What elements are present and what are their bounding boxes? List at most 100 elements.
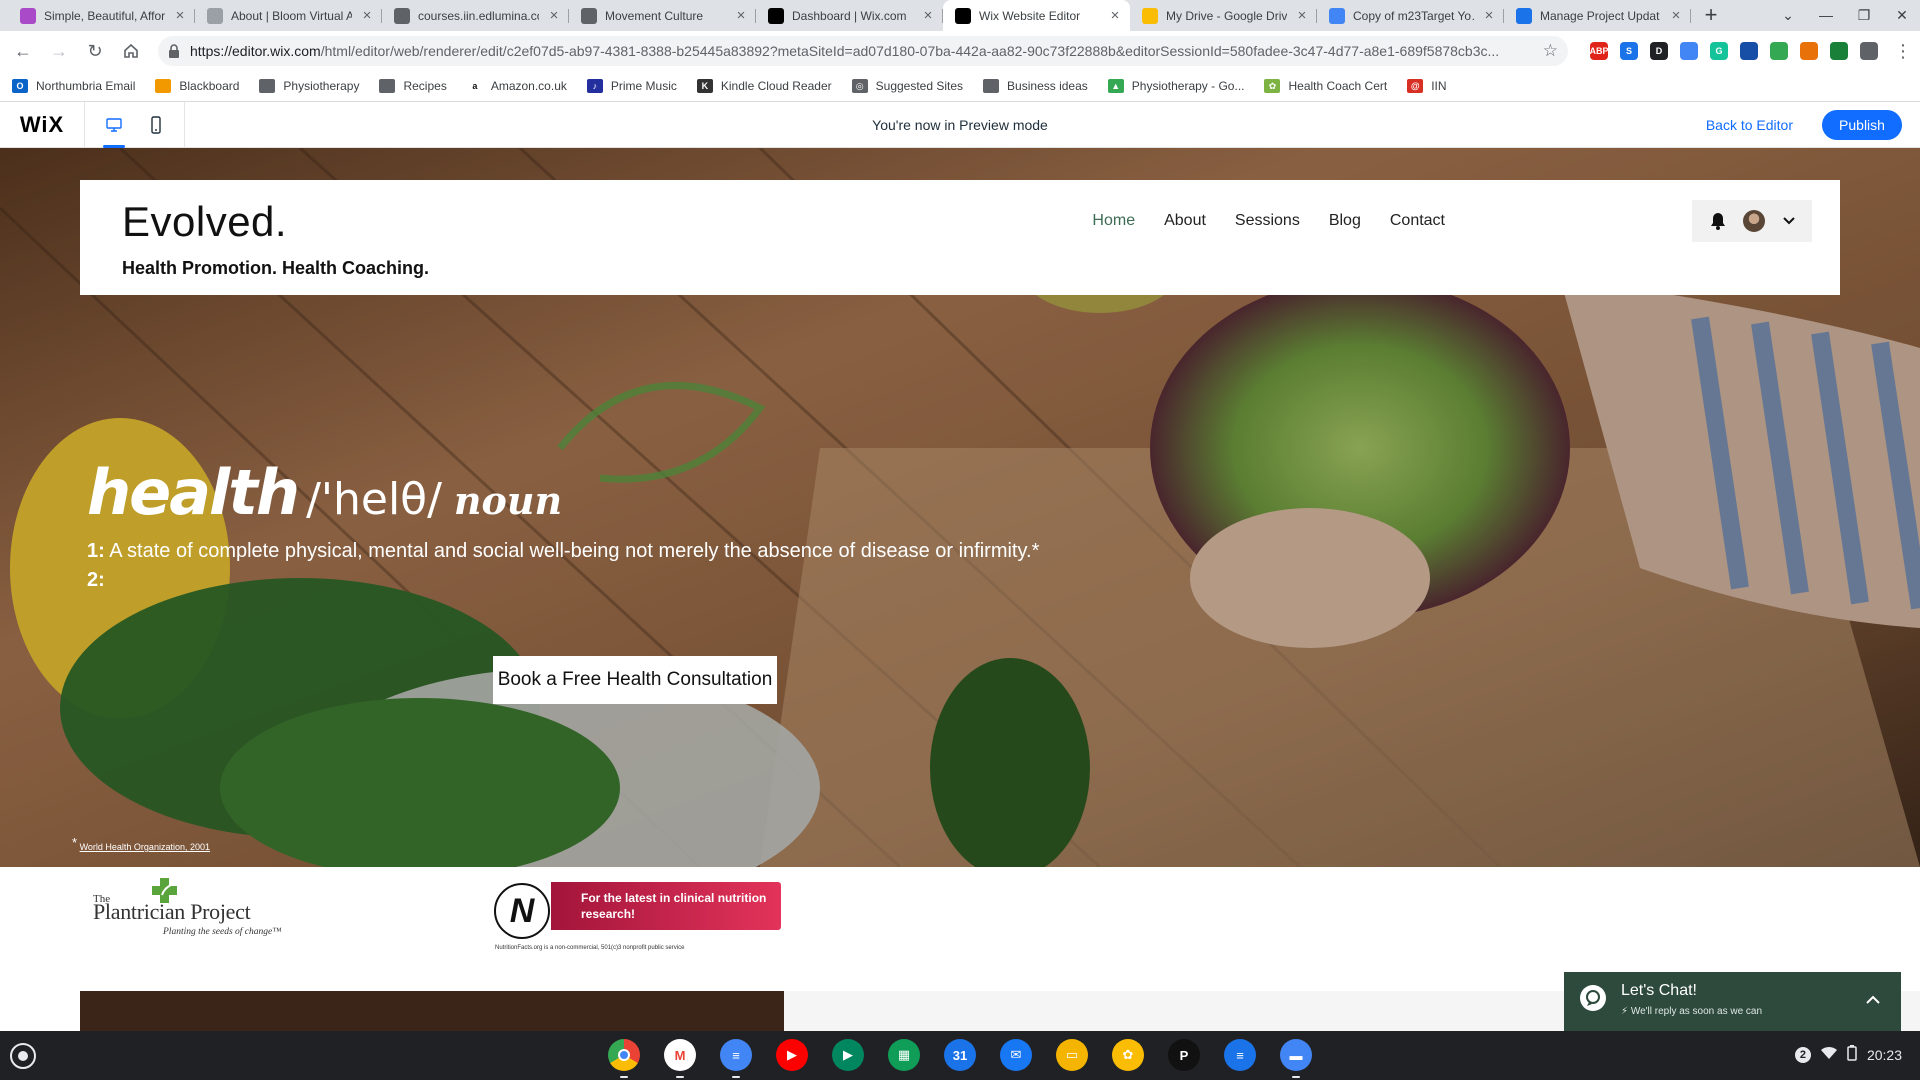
nav-item-about[interactable]: About [1164, 212, 1206, 230]
tab-close-icon[interactable]: × [173, 8, 187, 23]
device-toggles [85, 101, 185, 148]
lock-icon[interactable] [168, 44, 180, 58]
chat-widget[interactable]: Let's Chat! ⚡ We'll reply as soon as we … [1564, 972, 1901, 1031]
tab-close-icon[interactable]: × [921, 8, 935, 23]
address-bar[interactable]: https://editor.wix.com/html/editor/web/r… [158, 36, 1568, 66]
site-logo[interactable]: Evolved. [122, 198, 287, 246]
desktop-view-icon[interactable] [102, 102, 125, 148]
publish-button[interactable]: Publish [1822, 110, 1902, 140]
bookmark-item[interactable]: ▲ Physiotherapy - Go... [1107, 79, 1244, 93]
play-store-icon[interactable]: ▶ [832, 1039, 864, 1071]
nav-item-blog[interactable]: Blog [1329, 212, 1361, 230]
member-area[interactable] [1692, 200, 1812, 242]
bookmark-item[interactable]: ♪ Prime Music [586, 79, 677, 93]
browser-tab[interactable]: My Drive - Google Drive × [1130, 0, 1317, 31]
wix-preview-bar: WiX You're now in Preview mode Back to E… [0, 101, 1920, 148]
tab-close-icon[interactable]: × [1482, 8, 1496, 23]
avatar[interactable] [1743, 210, 1765, 232]
chrome-icon[interactable] [608, 1039, 640, 1078]
youtube-icon[interactable]: ▶ [776, 1039, 808, 1071]
ip-icon[interactable]: P [1168, 1039, 1200, 1071]
gmail-icon[interactable]: M [664, 1039, 696, 1078]
puzzle-icon[interactable] [1860, 42, 1878, 60]
restore-icon[interactable]: ❐ [1854, 4, 1874, 26]
bookmark-item[interactable]: Physiotherapy [259, 79, 359, 93]
messages-icon[interactable]: ≡ [1224, 1039, 1256, 1071]
tab-close-icon[interactable]: × [1295, 8, 1309, 23]
tab-close-icon[interactable]: × [360, 8, 374, 23]
chevron-down-icon[interactable] [1782, 216, 1796, 226]
bookmark-item[interactable]: Recipes [379, 79, 447, 93]
sheets-icon[interactable]: ▦ [888, 1039, 920, 1071]
tab-close-icon[interactable]: × [1669, 8, 1683, 23]
files-icon[interactable]: ▬ [1280, 1039, 1312, 1078]
bell-icon[interactable] [1709, 211, 1727, 231]
chrome-center [618, 1049, 630, 1061]
messenger-icon[interactable]: ✉ [1000, 1039, 1032, 1071]
tab-close-icon[interactable]: × [734, 8, 748, 23]
tab-close-icon[interactable]: × [1108, 8, 1122, 23]
reload-icon[interactable]: ↻ [80, 36, 110, 66]
chevron-up-icon[interactable] [1863, 990, 1883, 1010]
bookmark-item[interactable]: @ IIN [1407, 79, 1447, 93]
tab-search-icon[interactable]: ⌄ [1778, 4, 1798, 26]
browser-tab[interactable]: Movement Culture × [569, 0, 756, 31]
browser-tab[interactable]: Copy of m23Target Yo… × [1317, 0, 1504, 31]
d-icon[interactable]: D [1650, 42, 1668, 60]
home-icon[interactable] [116, 36, 146, 66]
photos-icon[interactable]: ✿ [1112, 1039, 1144, 1071]
launcher-icon[interactable] [10, 1043, 36, 1069]
browser-tab[interactable]: About | Bloom Virtual A… × [195, 0, 382, 31]
wix-logo[interactable]: WiX [0, 101, 85, 148]
book-consultation-button[interactable]: Book a Free Health Consultation [493, 656, 777, 704]
browser-menu-icon[interactable]: ⋮ [1894, 41, 1912, 62]
browser-tab[interactable]: Manage Project Updat… × [1504, 0, 1691, 31]
definition-sense-2: 2: [87, 569, 105, 592]
close-window-icon[interactable]: ✕ [1892, 4, 1912, 26]
bookmark-star-icon[interactable]: ☆ [1543, 41, 1558, 61]
bookmark-item[interactable]: Business ideas [983, 79, 1088, 93]
grammarly-icon[interactable]: G [1710, 42, 1728, 60]
book-icon[interactable] [1740, 42, 1758, 60]
plantrician-project-logo[interactable]: The Plantrician Project Planting the see… [93, 875, 293, 945]
nutritionfacts-logo[interactable]: N For the latest in clinical nutrition r… [493, 882, 781, 967]
calendar-icon[interactable]: 31 [944, 1039, 976, 1071]
notification-count[interactable]: 2 [1794, 1046, 1811, 1063]
nav-item-home[interactable]: Home [1092, 212, 1135, 230]
slides-icon[interactable]: ▭ [1056, 1039, 1088, 1071]
nav-item-sessions[interactable]: Sessions [1235, 212, 1300, 230]
tab-close-icon[interactable]: × [547, 8, 561, 23]
minimize-icon[interactable]: — [1816, 4, 1836, 26]
shield-icon[interactable] [1770, 42, 1788, 60]
next-section-image [80, 991, 784, 1031]
bookmark-item[interactable]: a Amazon.co.uk [466, 79, 567, 93]
bookmark-item[interactable]: Blackboard [155, 79, 239, 93]
abp-icon[interactable]: ABP [1590, 42, 1609, 60]
citation-mark: * [72, 835, 78, 850]
bookmark-label: Prime Music [610, 79, 677, 93]
screen-icon[interactable] [1680, 42, 1698, 60]
bookmark-item[interactable]: ◎ Suggested Sites [851, 79, 963, 93]
s-icon[interactable]: S [1620, 42, 1638, 60]
bookmark-label: Physiotherapy [283, 79, 360, 93]
docs-icon[interactable]: ≡ [720, 1039, 752, 1078]
bookmark-item[interactable]: ✿ Health Coach Cert [1264, 79, 1387, 93]
bookmark-item[interactable]: K Kindle Cloud Reader [696, 79, 832, 93]
citation-link[interactable]: World Health Organization, 2001 [80, 842, 210, 852]
bookmark-item[interactable]: O Northumbria Email [12, 79, 135, 93]
browser-tab[interactable]: Dashboard | Wix.com × [756, 0, 943, 31]
sense-number-1: 1: [87, 540, 105, 562]
forward-arrow-icon[interactable]: → [44, 36, 74, 66]
back-arrow-icon[interactable]: ← [8, 36, 38, 66]
nav-item-contact[interactable]: Contact [1390, 212, 1445, 230]
browser-tab[interactable]: courses.iin.edlumina.co… × [382, 0, 569, 31]
color-icon[interactable] [1830, 42, 1848, 60]
status-tray[interactable]: 2 20:23 [1794, 1045, 1902, 1064]
browser-tab[interactable]: Wix Website Editor × [943, 0, 1130, 31]
back-to-editor-link[interactable]: Back to Editor [1706, 117, 1793, 133]
bookmark-label: IIN [1431, 79, 1447, 93]
browser-tab[interactable]: Simple, Beautiful, Afford… × [8, 0, 195, 31]
new-tab-button[interactable]: + [1697, 1, 1725, 29]
save-icon[interactable] [1800, 42, 1818, 60]
mobile-view-icon[interactable] [145, 102, 167, 148]
